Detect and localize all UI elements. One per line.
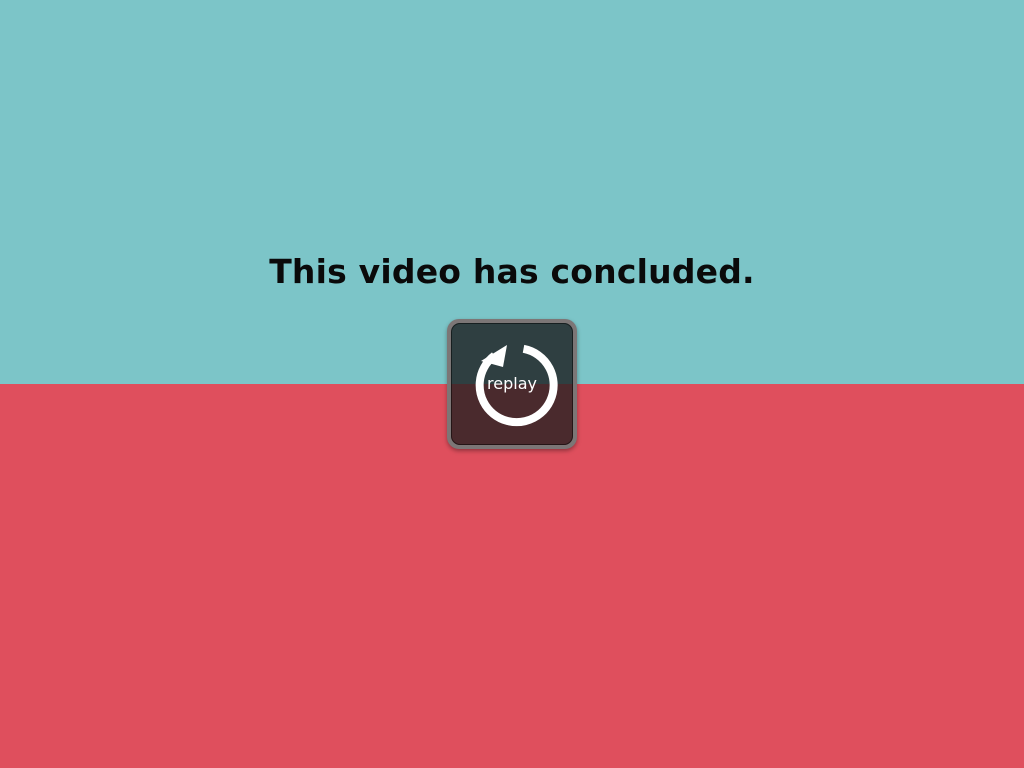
replay-button[interactable]: replay bbox=[447, 319, 577, 449]
video-end-message: This video has concluded. bbox=[269, 252, 755, 291]
replay-button-face[interactable]: replay bbox=[451, 323, 573, 445]
replay-label: replay bbox=[487, 374, 537, 393]
